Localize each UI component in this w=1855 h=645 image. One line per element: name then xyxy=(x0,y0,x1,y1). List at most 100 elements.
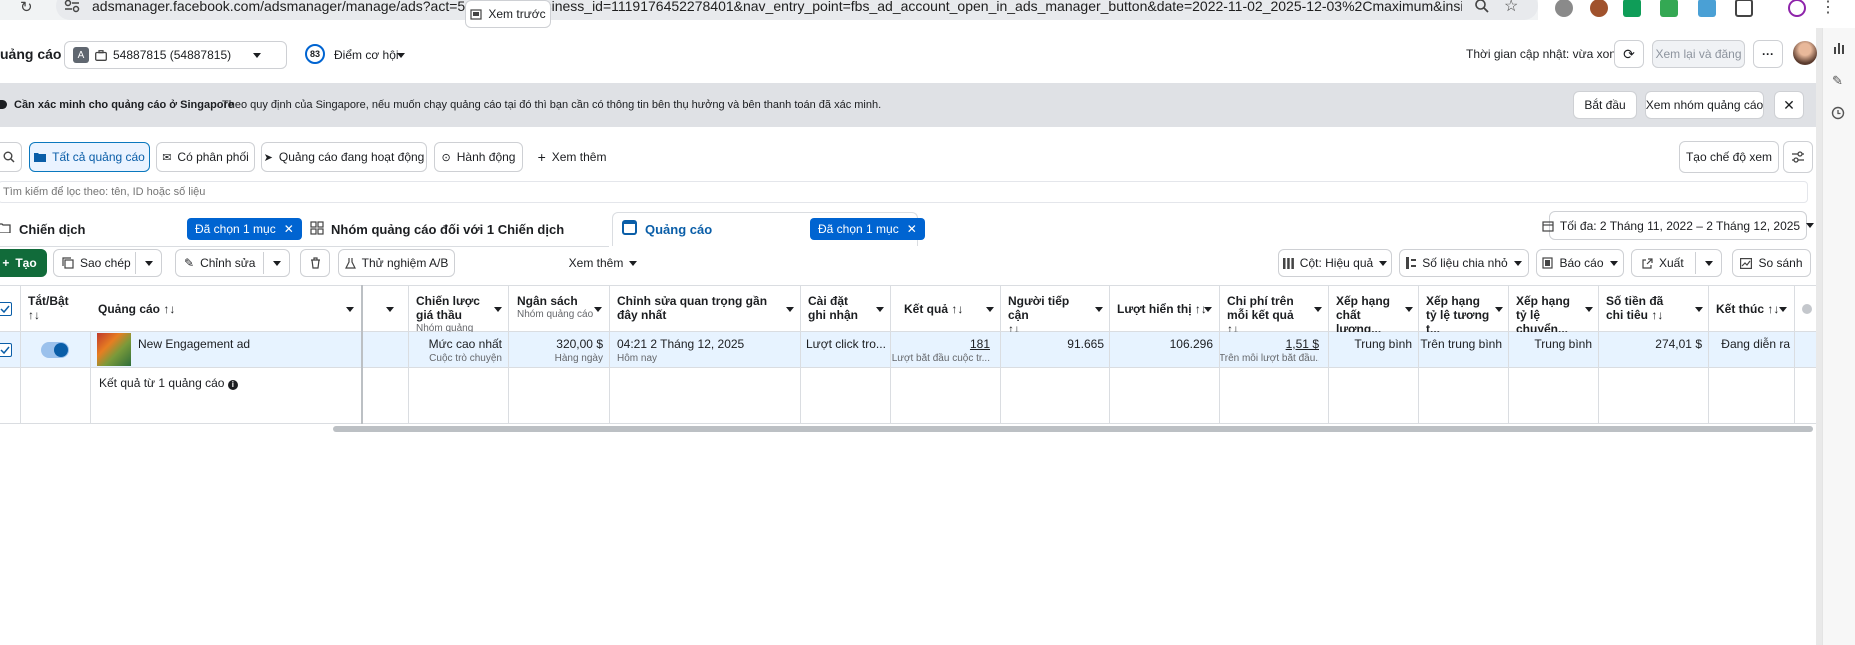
filter-delivering[interactable]: ✉ Có phân phối xyxy=(156,142,255,172)
profile-icon[interactable] xyxy=(1788,0,1806,17)
reports-button[interactable]: Báo cáo xyxy=(1536,249,1624,277)
col-toggle[interactable]: Tắt/Bật ↑↓ xyxy=(20,286,90,332)
search-button[interactable] xyxy=(0,142,22,172)
col-cpr-menu-icon[interactable] xyxy=(1314,307,1322,312)
select-all-checkbox[interactable] xyxy=(0,302,12,316)
info-icon[interactable]: i xyxy=(227,380,238,390)
close-icon[interactable]: ✕ xyxy=(907,222,917,236)
extensions-puzzle-icon[interactable] xyxy=(1735,0,1753,17)
chevron-down-icon xyxy=(629,260,638,266)
ad-thumbnail[interactable] xyxy=(97,333,131,366)
avatar[interactable] xyxy=(1793,41,1817,65)
zoom-icon[interactable] xyxy=(1474,0,1490,14)
refresh-button[interactable]: ⟳ xyxy=(1614,40,1644,68)
clock-icon[interactable] xyxy=(1831,106,1845,120)
col-bid-menu-icon[interactable] xyxy=(494,307,502,312)
filter-active-ads[interactable]: ➤ Quảng cáo đang hoạt động xyxy=(261,142,427,172)
close-banner-button[interactable]: ✕ xyxy=(1774,91,1804,119)
column-divider xyxy=(609,285,610,424)
cookie-extension-icon[interactable] xyxy=(1590,0,1608,17)
refresh-icon: ⟳ xyxy=(1623,45,1635,62)
divider xyxy=(135,252,136,274)
create-view-button[interactable]: Tạo chế độ xem xyxy=(1679,141,1779,173)
col-cost-per-result[interactable]: Chi phí trên mỗi kết quả ↑↓ xyxy=(1219,286,1329,336)
col-ad-menu-icon[interactable] xyxy=(346,307,354,312)
date-range-picker[interactable]: Tối đa: 2 Tháng 11, 2022 – 2 Tháng 12, 2… xyxy=(1542,211,1815,240)
col-quality-menu-icon[interactable] xyxy=(1405,307,1413,312)
col-last-edit[interactable]: Chỉnh sửa quan trọng gần đây nhất xyxy=(609,286,799,332)
horizontal-scrollbar[interactable] xyxy=(333,426,1813,432)
campaign-selection-chip[interactable]: Đã chọn 1 mục ✕ xyxy=(187,218,302,240)
col-engagement-menu-icon[interactable] xyxy=(1495,307,1503,312)
bookmark-star-icon[interactable]: ☆ xyxy=(1504,0,1518,16)
create-button[interactable]: + Tạo xyxy=(0,249,47,277)
row-cost-per-result[interactable]: 1,51 $ xyxy=(1219,337,1319,351)
account-selector[interactable]: A 54887815 (54887815) xyxy=(64,41,287,69)
add-column-icon[interactable] xyxy=(1802,304,1812,314)
tab-ads-label: Quảng cáo xyxy=(645,222,713,237)
search-icon xyxy=(3,151,15,163)
col-amount-spent[interactable]: Số tiền đã chi tiêu ↑↓ xyxy=(1598,286,1708,332)
filter-delivering-label: Có phân phối xyxy=(177,150,249,164)
col-conversion-menu-icon[interactable] xyxy=(1585,307,1593,312)
reports-label: Báo cáo xyxy=(1559,256,1604,270)
compare-button[interactable]: So sánh xyxy=(1732,249,1811,277)
col-end-menu-icon[interactable] xyxy=(1779,307,1787,312)
col-last-edit-menu-icon[interactable] xyxy=(786,307,794,312)
reload-icon[interactable]: ↻ xyxy=(20,0,33,16)
col-budget-menu-icon[interactable] xyxy=(594,307,602,312)
bar-chart-icon[interactable] xyxy=(1833,42,1845,54)
extension-icon[interactable] xyxy=(1623,0,1641,17)
extension-icon[interactable] xyxy=(1555,0,1573,17)
col-bid-strategy[interactable]: Chiến lược giá thầuNhóm quảng cáo xyxy=(408,286,508,348)
col-results-menu-icon[interactable] xyxy=(986,307,994,312)
column-divider xyxy=(1794,285,1795,424)
filter-actions[interactable]: ⊙ Hành động xyxy=(434,142,523,172)
filter-all-ads[interactable]: Tất cả quảng cáo xyxy=(29,142,150,172)
sheets-extension-icon[interactable] xyxy=(1660,0,1678,17)
duplicate-dropdown-icon[interactable] xyxy=(145,261,153,266)
start-button[interactable]: Bắt đầu xyxy=(1573,91,1637,119)
close-icon[interactable]: ✕ xyxy=(284,222,294,236)
col-impressions-menu-icon[interactable] xyxy=(1204,307,1212,312)
opportunity-score-label[interactable]: Điểm cơ hội xyxy=(334,48,399,62)
columns-button[interactable]: Cột: Hiệu quả xyxy=(1278,249,1392,277)
row-results[interactable]: 181 xyxy=(890,337,990,351)
row-impressions: 106.296 xyxy=(1169,337,1213,351)
site-info-icon[interactable] xyxy=(64,0,80,13)
export-dropdown-icon[interactable] xyxy=(1705,261,1713,266)
preview-button[interactable]: Xem trước xyxy=(465,0,551,28)
col-attribution-menu-icon[interactable] xyxy=(876,307,884,312)
col-reach-menu-icon[interactable] xyxy=(1095,307,1103,312)
browser-menu-icon[interactable]: ⋮ xyxy=(1820,0,1836,17)
col-spent-menu-icon[interactable] xyxy=(1695,307,1703,312)
breakdown-button[interactable]: Số liệu chia nhỏ xyxy=(1399,249,1529,277)
col-impressions[interactable]: Lượt hiển thị ↑↓ xyxy=(1109,286,1219,332)
view-settings-button[interactable] xyxy=(1783,141,1813,173)
col-reach[interactable]: Người tiếp cận ↑↓ xyxy=(1000,286,1110,336)
edit-dropdown-icon[interactable] xyxy=(273,261,281,266)
row-toggle-switch[interactable] xyxy=(41,342,69,358)
column-divider xyxy=(1219,285,1220,424)
col-ad-name[interactable]: Quảng cáo ↑↓ xyxy=(90,286,360,332)
review-publish-button[interactable]: Xem lại và đăng xyxy=(1652,40,1745,68)
view-adset-button[interactable]: Xem nhóm quảng cáo xyxy=(1645,91,1764,119)
search-input[interactable] xyxy=(0,181,1808,203)
row-ad-name[interactable]: New Engagement ad xyxy=(138,337,250,351)
extension-icon[interactable] xyxy=(1698,0,1716,17)
col-results[interactable]: Kết quả ↑↓ xyxy=(890,286,1000,332)
more-actions-button[interactable]: Xem thêm xyxy=(563,249,643,277)
column-divider xyxy=(1598,285,1599,424)
pencil-icon: ✎ xyxy=(184,256,195,270)
ab-test-button[interactable]: Thử nghiệm A/B xyxy=(338,249,455,277)
more-options-button[interactable]: ··· xyxy=(1753,40,1783,68)
delete-button[interactable] xyxy=(300,249,330,277)
ads-selection-chip[interactable]: Đã chọn 1 mục ✕ xyxy=(810,218,925,240)
row-checkbox[interactable] xyxy=(0,343,12,357)
col-hidden-menu-icon[interactable] xyxy=(386,307,394,312)
filter-see-more[interactable]: + Xem thêm xyxy=(534,142,610,172)
row-end: Đang diễn ra xyxy=(1721,337,1790,351)
pencil-icon[interactable]: ✎ xyxy=(1832,73,1843,89)
chevron-down-icon[interactable] xyxy=(397,53,405,58)
opportunity-score-icon[interactable]: 83 xyxy=(305,44,325,64)
